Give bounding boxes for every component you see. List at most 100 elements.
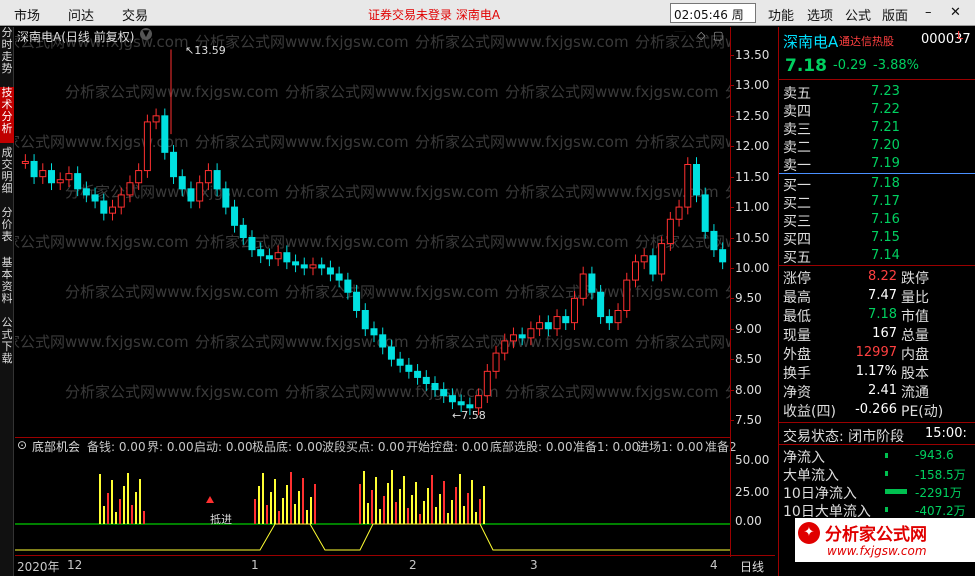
tab-intraday[interactable]: 分时走势 xyxy=(0,27,14,85)
candle-body xyxy=(65,173,73,181)
candle-body xyxy=(283,252,291,263)
tab-trades[interactable]: 成交明细 xyxy=(0,147,14,203)
orderbook-price[interactable]: 7.16 xyxy=(871,212,900,227)
y-tick-mark xyxy=(731,359,734,361)
candle-body xyxy=(109,206,117,214)
candle-body xyxy=(335,273,343,281)
indicator-y-tick: 25.00 xyxy=(735,485,770,499)
y-tick-label: 8.50 xyxy=(735,352,762,367)
candle-body xyxy=(492,352,500,372)
orderbook-level-label: 卖一 xyxy=(783,158,811,174)
menu-trade[interactable]: 交易 xyxy=(122,5,148,24)
y-tick-mark xyxy=(731,420,734,421)
candle-body xyxy=(326,267,334,275)
menu-options[interactable]: 选项 xyxy=(807,5,833,24)
candle-body xyxy=(588,273,596,293)
y-tick-label: 10.50 xyxy=(735,230,770,245)
candle-body xyxy=(518,334,526,339)
watermark-text: 分析家公式网www.fxjgsw.com xyxy=(415,33,629,51)
signal-triangle xyxy=(206,496,214,503)
menu-wenda[interactable]: 问达 xyxy=(68,5,94,24)
menu-market[interactable]: 市场 xyxy=(14,5,40,24)
x-label-apr: 4 xyxy=(710,558,718,572)
candlestick-chart[interactable]: 分析家公式网www.fxjgsw.com 分析家公式网www.fxjgsw.com… xyxy=(0,27,939,437)
x-label-mar: 3 xyxy=(530,558,538,572)
x-label-feb: 2 xyxy=(409,558,417,572)
menu-formula[interactable]: 公式 xyxy=(845,5,871,24)
indicator-name[interactable]: 底部机会 xyxy=(32,438,80,455)
orderbook-price[interactable]: 7.20 xyxy=(871,138,900,153)
tab-formula-download[interactable]: 公式下载 xyxy=(0,317,14,373)
divider xyxy=(779,265,975,266)
candle-body xyxy=(658,243,666,275)
tab-profile[interactable]: 基本资料 xyxy=(0,257,14,313)
l2-icon[interactable]: L xyxy=(957,29,963,42)
indicator-pane[interactable]: ⊙ 底部机会 备钱: 0.00 界: 0.00 启动: 0.00 极品底: 0.… xyxy=(15,437,737,555)
candle-body xyxy=(196,182,204,202)
candle-body xyxy=(396,358,404,366)
orderbook-price[interactable]: 7.21 xyxy=(871,120,900,135)
divider xyxy=(779,79,975,80)
candle-body xyxy=(143,121,151,172)
indicator-label-row: ⊙ 底部机会 备钱: 0.00 界: 0.00 启动: 0.00 极品底: 0.… xyxy=(17,438,737,455)
indicator-y-tick: 50.00 xyxy=(735,453,770,467)
dropdown-icon[interactable]: ▼ xyxy=(140,28,152,40)
candle-body xyxy=(257,249,265,257)
orderbook-price[interactable]: 7.14 xyxy=(871,248,900,263)
flow-bar xyxy=(885,471,888,476)
orderbook-price[interactable]: 7.15 xyxy=(871,230,900,245)
indicator-svg xyxy=(15,470,730,551)
candle-body xyxy=(344,279,352,293)
window-icon[interactable]: ▢ xyxy=(713,29,723,42)
stat-value: 1.17% xyxy=(855,364,897,379)
candle-body xyxy=(56,179,64,184)
minimize-icon[interactable]: – xyxy=(925,5,932,20)
indicator-dropdown-icon[interactable]: ⊙ xyxy=(17,438,27,452)
candle-body xyxy=(605,316,613,324)
orderbook-level-label: 买三 xyxy=(783,214,811,230)
period-button[interactable]: 日线 xyxy=(740,558,764,575)
watermark-text: 分析家公式网www.fxjgsw.com xyxy=(15,233,189,251)
y-tick-label: 11.50 xyxy=(735,169,770,184)
tab-price-table[interactable]: 分价表 xyxy=(0,207,14,251)
menu-function[interactable]: 功能 xyxy=(768,5,794,24)
y-tick-mark xyxy=(731,298,734,300)
candle-body xyxy=(91,194,99,202)
candle-body xyxy=(692,164,700,196)
orderbook-price[interactable]: 7.23 xyxy=(871,84,900,99)
close-icon[interactable]: ✕ xyxy=(950,5,961,20)
watermark-text: 分析家公式网www.fxjgsw.com xyxy=(415,133,629,151)
y-tick-label: 7.50 xyxy=(735,413,762,427)
candle-body xyxy=(222,188,230,208)
hot-stock-source[interactable]: 通达信热股 xyxy=(839,33,894,49)
candle-svg[interactable]: 分析家公式网www.fxjgsw.com 分析家公式网www.fxjgsw.com… xyxy=(0,27,939,437)
stat-label: 市值 xyxy=(901,309,929,325)
candle-body xyxy=(239,224,247,238)
candle-body xyxy=(309,264,317,269)
x-label-dec: 12 xyxy=(67,558,83,572)
orderbook-price[interactable]: 7.17 xyxy=(871,194,900,209)
watermark-text: 分析家公式网www.fxjgsw.com xyxy=(635,333,730,351)
candle-body xyxy=(187,188,195,202)
candle-body xyxy=(39,170,47,178)
orderbook-price[interactable]: 7.18 xyxy=(871,176,900,191)
login-alert[interactable]: 证券交易未登录 深南电A xyxy=(368,6,500,23)
tab-technical[interactable]: 技术分析 xyxy=(0,87,14,143)
orderbook-level-label: 卖四 xyxy=(783,104,811,120)
stock-name[interactable]: 深南电A xyxy=(783,31,838,52)
y-tick-label: 12.00 xyxy=(735,139,770,154)
flow-value: -407.2万 xyxy=(915,504,966,518)
orderbook-price[interactable]: 7.19 xyxy=(871,156,900,171)
candle-body xyxy=(475,395,483,409)
orderbook-level-label: 买四 xyxy=(783,232,811,248)
y-tick-label: 9.50 xyxy=(735,291,762,306)
y-tick-mark xyxy=(731,267,734,269)
stat-label: 流通 xyxy=(901,385,929,401)
orderbook-price[interactable]: 7.22 xyxy=(871,102,900,117)
diamond-icon[interactable]: ◇ xyxy=(697,29,705,42)
logo-url: www.fxjgsw.com xyxy=(827,544,927,558)
menu-layout[interactable]: 版面 xyxy=(882,5,908,24)
candle-body xyxy=(631,261,639,281)
candle-body xyxy=(204,170,212,184)
stat-label: 外盘 xyxy=(783,347,811,363)
